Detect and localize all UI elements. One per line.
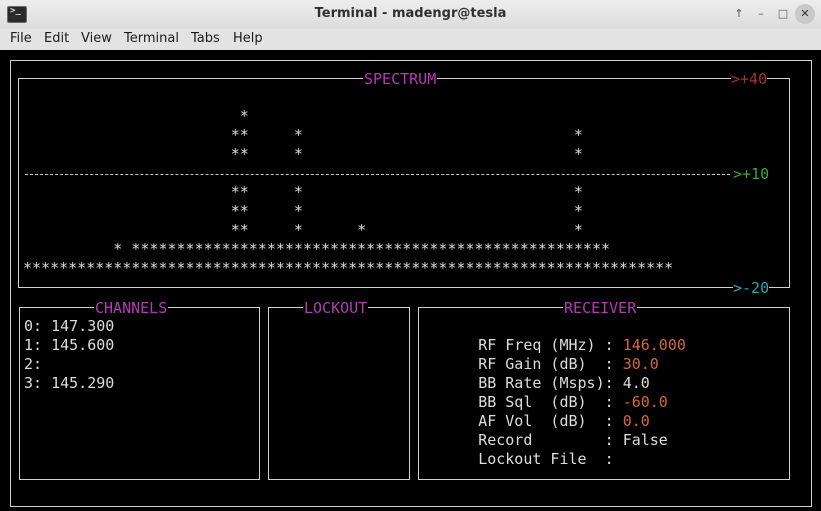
receiver-row-record: Record : False	[424, 412, 668, 449]
scale-bottom-label: >-20	[733, 279, 770, 297]
channel-item: 1: 145.600	[24, 336, 115, 354]
channel-item: 3: 145.290	[24, 374, 115, 392]
window-controls: ↑ – □ ✕	[729, 4, 815, 24]
threshold-line	[25, 174, 730, 175]
window-title: Terminal - madengr@tesla	[314, 6, 507, 21]
spectrum-row-3: ** * *	[23, 183, 583, 201]
channels-panel: CHANNELS 0: 147.300 1: 145.600 2: 3: 145…	[19, 300, 260, 480]
receiver-row-bb-rate: BB Rate (Msps): 4.0	[424, 355, 650, 392]
title-bar[interactable]: Terminal - madengr@tesla ↑ – □ ✕	[0, 0, 821, 30]
menu-tabs[interactable]: Tabs	[191, 31, 220, 46]
scale-mid-label: >+10	[733, 165, 770, 183]
record-value: False	[622, 431, 668, 449]
close-button[interactable]: ✕	[795, 4, 815, 24]
keep-above-button[interactable]: ↑	[729, 4, 749, 24]
menu-bar: File Edit View Terminal Tabs Help	[0, 29, 821, 50]
spectrum-row-0: *	[23, 107, 249, 125]
spectrum-row-5: ** * * *	[23, 221, 583, 239]
spectrum-row-7: ****************************************…	[23, 259, 674, 277]
spectrum-row-1: ** * *	[23, 126, 583, 144]
lockout-title: LOCKOUT	[303, 299, 369, 317]
spectrum-title: SPECTRUM	[363, 70, 438, 88]
receiver-title: RECEIVER	[563, 299, 638, 317]
menu-view[interactable]: View	[81, 31, 112, 46]
channels-title: CHANNELS	[94, 299, 169, 317]
receiver-row-lockout-file: Lockout File :	[424, 431, 623, 468]
receiver-row-rf-freq: RF Freq (MHz) : 146.000	[424, 317, 686, 354]
spectrum-row-4: ** * *	[23, 202, 583, 220]
channel-item: 2:	[24, 355, 43, 373]
receiver-row-af-vol: AF Vol (dB) : 0.0	[424, 393, 650, 430]
spectrum-row-2: ** * *	[23, 145, 583, 163]
receiver-row-rf-gain: RF Gain (dB) : 30.0	[424, 336, 659, 373]
terminal-area[interactable]: SPECTRUM >+40 >+10 >-20 * ** * * ** * * …	[0, 50, 821, 511]
menu-edit[interactable]: Edit	[44, 31, 69, 46]
spectrum-panel: SPECTRUM >+40 >+10 >-20 * ** * * ** * * …	[18, 71, 790, 296]
spectrum-row-6: * **************************************…	[23, 240, 610, 258]
maximize-button[interactable]: □	[773, 4, 793, 24]
menu-terminal[interactable]: Terminal	[124, 31, 179, 46]
menu-file[interactable]: File	[10, 31, 32, 46]
lockout-panel: LOCKOUT	[268, 300, 410, 480]
receiver-row-bb-sql: BB Sql (dB) : -60.0	[424, 374, 668, 411]
scale-top-label: >+40	[731, 70, 768, 88]
channel-item: 0: 147.300	[24, 317, 115, 335]
lockout-file-label: Lockout File :	[478, 450, 623, 468]
menu-help[interactable]: Help	[233, 31, 263, 46]
receiver-panel: RECEIVER RF Freq (MHz) : 146.000 RF Gain…	[418, 300, 790, 480]
minimize-button[interactable]: –	[751, 4, 771, 24]
